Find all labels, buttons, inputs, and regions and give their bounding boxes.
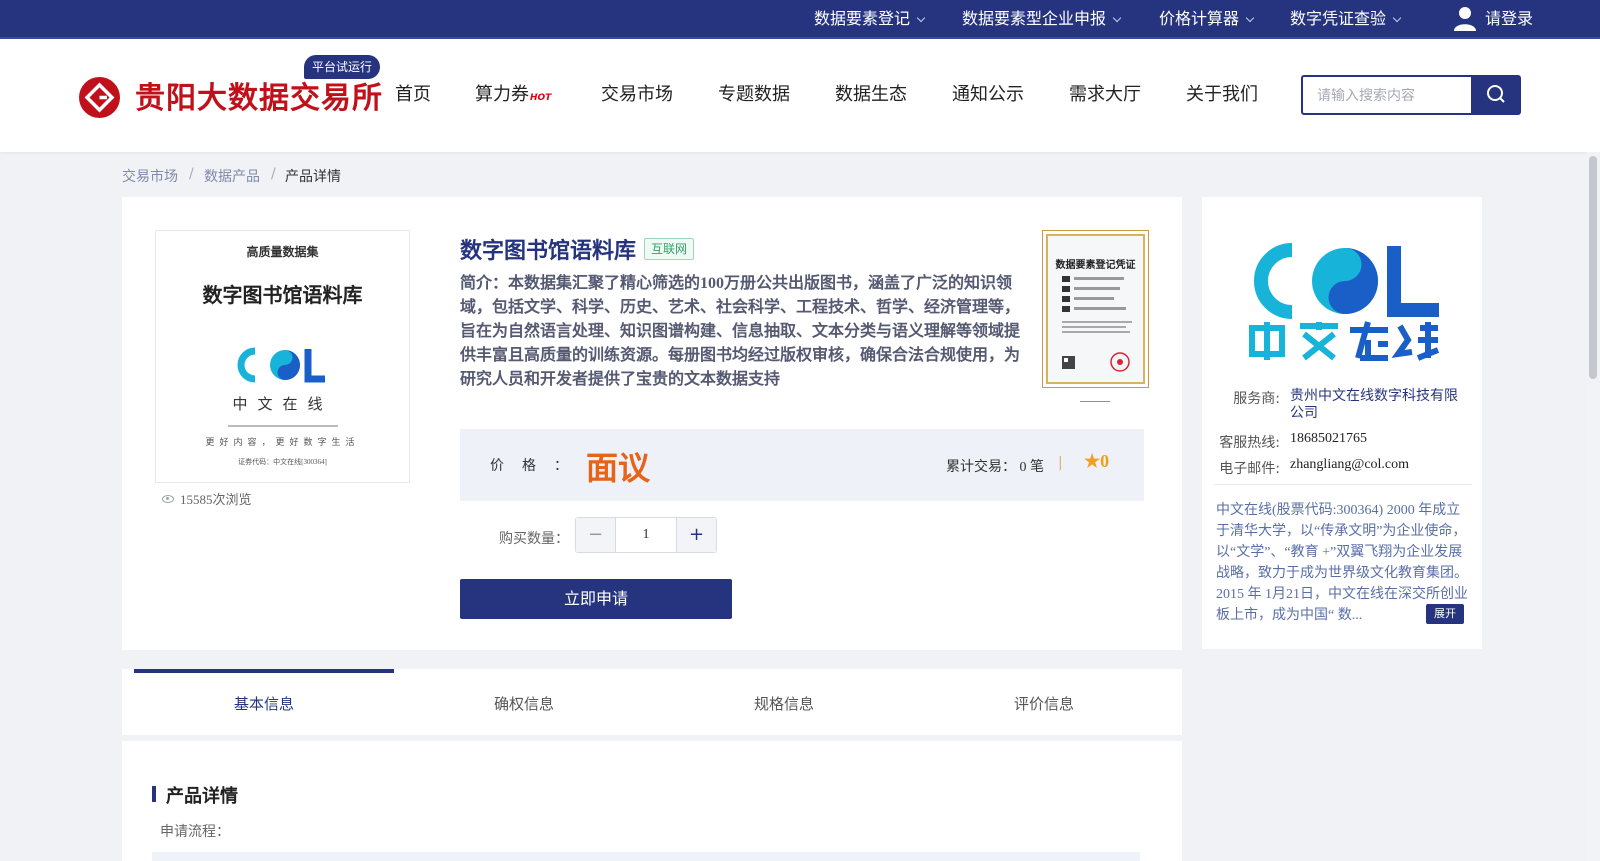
divider: |: [1058, 455, 1063, 471]
product-title: 数字图书馆语料库: [460, 238, 637, 263]
search-button[interactable]: [1471, 75, 1521, 115]
scrollbar-thumb[interactable]: [1589, 156, 1597, 379]
topbar-data-registration[interactable]: 数据要素登记: [814, 0, 926, 38]
details-title: 产品详情: [166, 786, 238, 807]
details-section: [122, 741, 1182, 861]
breadcrumb-current: 产品详情: [285, 169, 341, 185]
nav-about-us[interactable]: 关于我们: [1186, 80, 1258, 106]
rating: ★0: [1084, 451, 1110, 471]
search-icon: [1487, 85, 1505, 103]
topbar-enterprise-declaration[interactable]: 数据要素型企业申报: [962, 0, 1122, 38]
price-panel: 价格： 面议 累计交易： 0 笔 | ★0: [460, 429, 1144, 501]
quantity-value[interactable]: 1: [616, 518, 676, 552]
certificate-content-icon: [1062, 276, 1132, 372]
chevron-down-icon: [916, 13, 926, 23]
cover-divider: [228, 425, 338, 427]
email-value: zhangliang@col.com: [1290, 457, 1410, 472]
login-link[interactable]: 请登录: [1485, 0, 1533, 38]
cover-title: 数字图书馆语料库: [202, 285, 363, 307]
price-label: 价格：: [490, 458, 586, 474]
price-value: 面议: [586, 449, 651, 487]
application-process-label: 申请流程：: [160, 824, 230, 840]
tab-reviews[interactable]: 评价信息: [914, 669, 1174, 735]
registration-certificate-thumbnail[interactable]: 数据要素登记凭证: [1042, 230, 1149, 388]
view-count: 15585次浏览: [162, 489, 252, 508]
breadcrumb-separator: /: [271, 166, 276, 182]
chevron-down-icon: [1112, 13, 1122, 23]
hotline-label: 客服热线:: [1219, 435, 1280, 451]
chevron-down-icon: [1392, 13, 1402, 23]
hot-badge: HOT: [530, 93, 552, 103]
vendor-divider: [1214, 484, 1472, 485]
detail-tabs: 基本信息 确权信息 规格信息 评价信息: [122, 669, 1182, 735]
exchange-logo-icon[interactable]: [79, 77, 120, 118]
increment-button[interactable]: +: [676, 518, 716, 552]
user-icon[interactable]: [1453, 6, 1477, 32]
tab-spec-info[interactable]: 规格信息: [654, 669, 914, 735]
carousel-indicator[interactable]: [1080, 401, 1110, 402]
topbar-certificate-check[interactable]: 数字凭证查验: [1290, 0, 1402, 38]
col-logo-icon: [237, 347, 325, 383]
topbar-price-calculator[interactable]: 价格计算器: [1159, 0, 1255, 38]
nav-data-ecosystem[interactable]: 数据生态: [835, 80, 907, 106]
quantity-label: 购买数量：: [499, 531, 569, 547]
main-header: 贵阳大数据交易所 平台试运行 首页 算力券 HOT 交易市场 专题数据 数据生态…: [0, 39, 1600, 152]
nav-notices[interactable]: 通知公示: [952, 80, 1024, 106]
nav-home[interactable]: 首页: [395, 80, 431, 106]
eye-icon: [162, 495, 174, 503]
process-panel: [152, 852, 1140, 861]
category-tag: 互联网: [644, 238, 695, 260]
breadcrumb-trading-market[interactable]: 交易市场: [122, 166, 178, 186]
decrement-button[interactable]: −: [576, 518, 616, 552]
star-icon: ★: [1084, 451, 1101, 471]
nav-trading-market[interactable]: 交易市场: [601, 80, 673, 106]
breadcrumb-separator: /: [189, 166, 194, 182]
hotline-value: 18685021765: [1290, 431, 1367, 446]
search-input[interactable]: [1303, 77, 1471, 113]
brand-name[interactable]: 贵阳大数据交易所: [135, 73, 383, 117]
product-intro: 简介：本数据集汇聚了精心筛选的100万册公共出版图书，涵盖了广泛的知识领域，包括…: [460, 275, 1021, 388]
cover-slogan: 更好内容，更好数字生活: [205, 437, 360, 447]
nav-topic-data[interactable]: 专题数据: [718, 80, 790, 106]
chevron-down-icon: [1245, 13, 1255, 23]
certificate-frame: 数据要素登记凭证: [1046, 234, 1145, 384]
tab-basic-info[interactable]: 基本信息: [134, 669, 394, 735]
breadcrumb-data-products[interactable]: 数据产品: [204, 166, 260, 186]
search-box: [1301, 75, 1521, 115]
col-vendor-logo-icon: [1249, 243, 1440, 361]
top-utility-bar: 数据要素登记 数据要素型企业申报 价格计算器 数字凭证查验 请登录: [0, 0, 1600, 39]
provider-label: 服务商:: [1233, 391, 1280, 407]
trial-badge: 平台试运行: [304, 55, 381, 79]
nav-compute-voucher[interactable]: 算力券: [475, 80, 529, 106]
quantity-stepper: − 1 +: [575, 517, 717, 553]
section-accent-bar: [152, 786, 156, 802]
email-label: 电子邮件:: [1219, 461, 1280, 477]
tab-ownership-info[interactable]: 确权信息: [394, 669, 654, 735]
nav-demand-hall[interactable]: 需求大厅: [1069, 80, 1141, 106]
product-cover-image: 高质量数据集 数字图书馆语料库 中文在线 更好内容，更好数字生活 证券代码：中文…: [155, 230, 410, 483]
expand-button[interactable]: 展开: [1426, 604, 1464, 624]
apply-now-button[interactable]: 立即申请: [460, 579, 732, 619]
cover-top-label: 高质量数据集: [246, 245, 319, 259]
provider-name[interactable]: 贵州中文在线数字科技有限公司: [1290, 388, 1470, 422]
trade-count: 累计交易： 0 笔: [946, 460, 1044, 475]
cover-stock-code: 证券代码：中文在线[300364]: [238, 458, 327, 466]
cover-brand-cn: 中文在线: [232, 397, 333, 413]
